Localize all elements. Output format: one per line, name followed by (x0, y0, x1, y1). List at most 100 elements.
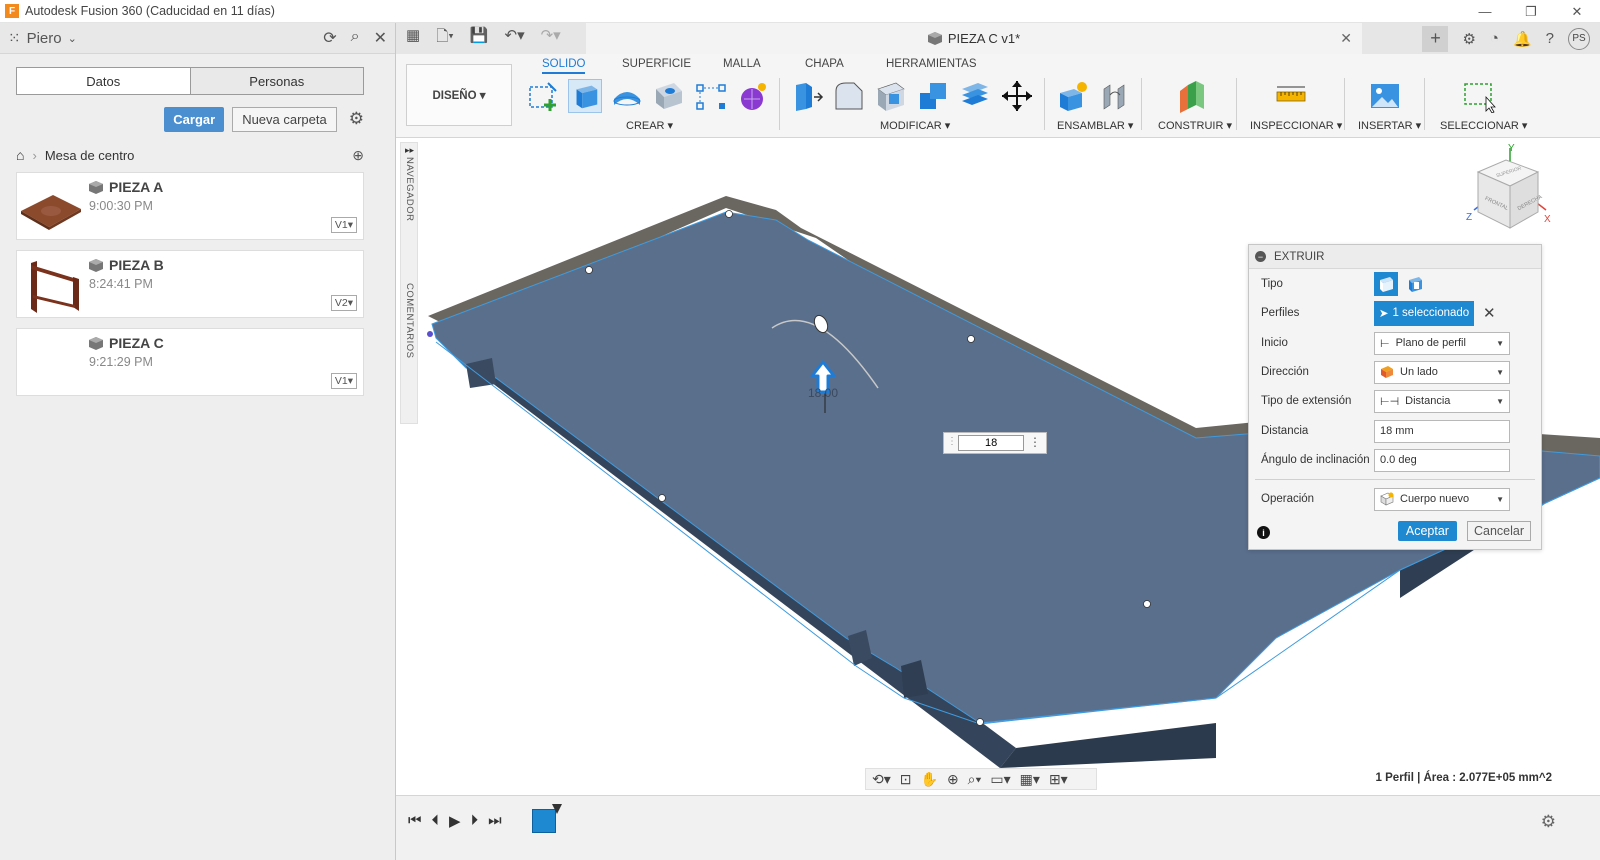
tab-chapa[interactable]: CHAPA (805, 58, 844, 70)
undo-icon[interactable]: ↶▾ (505, 26, 525, 51)
cancel-button[interactable]: Cancelar (1466, 521, 1531, 541)
extrude-icon[interactable] (568, 79, 602, 113)
create-sketch-icon[interactable] (526, 79, 560, 113)
job-status-icon[interactable]: ◔ (1490, 30, 1499, 47)
group-construir[interactable]: CONSTRUIR ▾ (1158, 119, 1232, 132)
file-card-pieza-b[interactable]: PIEZA B 8:24:41 PM V2▾ (16, 250, 364, 318)
play-icon[interactable]: ▶ (449, 812, 461, 830)
tab-personas[interactable]: Personas (189, 68, 363, 94)
distance-input[interactable] (958, 435, 1024, 451)
timeline-feature-sketch[interactable] (532, 809, 556, 833)
extent-type-dropdown[interactable]: ⊢⊣ Distancia ▼ (1374, 389, 1510, 413)
create-form-icon[interactable] (736, 79, 770, 113)
search-icon[interactable]: ⌕ (351, 28, 360, 48)
distance-field[interactable]: 18 mm (1374, 419, 1510, 443)
grid-settings-icon[interactable]: ▦▾ (1020, 771, 1040, 788)
tab-malla[interactable]: MALLA (723, 58, 761, 70)
group-inspeccionar[interactable]: INSPECCIONAR ▾ (1250, 119, 1342, 132)
version-dropdown[interactable]: V1▾ (330, 373, 357, 389)
display-settings-icon[interactable]: ▭▾ (990, 771, 1010, 788)
new-folder-button[interactable]: Nueva carpeta (232, 106, 337, 132)
group-modificar[interactable]: MODIFICAR ▾ (880, 119, 950, 132)
step-forward-icon[interactable]: ⏵ (471, 812, 479, 830)
redo-icon[interactable]: ↷▾ (541, 26, 561, 51)
info-icon[interactable]: i (1257, 526, 1270, 539)
file-card-pieza-c[interactable]: PIEZA C 9:21:29 PM V1▾ (16, 328, 364, 396)
orbit-icon[interactable]: ⟲▾ (872, 771, 891, 788)
file-card-pieza-a[interactable]: PIEZA A 9:00:30 PM V1▾ (16, 172, 364, 240)
upload-button[interactable]: Cargar (164, 106, 225, 132)
profiles-selection-button[interactable]: ➤ 1 seleccionado (1374, 300, 1474, 326)
ok-button[interactable]: Aceptar (1397, 521, 1457, 541)
start-dropdown[interactable]: ⊢ Plano de perfil ▼ (1374, 331, 1510, 355)
drag-handle-icon[interactable]: ⋮ (947, 436, 957, 447)
version-dropdown[interactable]: V2▾ (330, 295, 357, 311)
go-to-start-icon[interactable]: ⏮ (408, 812, 422, 830)
operation-dropdown[interactable]: Cuerpo nuevo ▼ (1374, 487, 1510, 511)
notifications-icon[interactable]: 🔔 (1513, 30, 1532, 48)
select-box-icon[interactable] (1462, 79, 1496, 113)
group-seleccionar[interactable]: SELECCIONAR ▾ (1440, 119, 1527, 132)
pattern-icon[interactable] (694, 79, 728, 113)
taper-angle-field[interactable]: 0.0 deg (1374, 448, 1510, 472)
help-icon[interactable]: ? (1546, 30, 1554, 47)
insert-image-icon[interactable] (1368, 79, 1402, 113)
pan-icon[interactable]: ✋ (921, 771, 938, 788)
shell-icon[interactable] (874, 79, 908, 113)
document-tab[interactable]: PIEZA C v1* ✕ (586, 23, 1362, 54)
more-options-icon[interactable]: ⋮ (1029, 435, 1041, 449)
group-crear[interactable]: CREAR ▾ (626, 119, 673, 132)
move-icon[interactable] (1000, 79, 1034, 113)
globe-icon[interactable]: ⊕ (352, 147, 364, 164)
apps-grid-icon[interactable]: ▦ (406, 26, 420, 51)
extensions-icon[interactable]: ⚙ (1462, 30, 1475, 48)
measure-icon[interactable] (1274, 79, 1308, 113)
group-ensamblar[interactable]: ENSAMBLAR ▾ (1057, 119, 1133, 132)
gear-icon[interactable]: ⚙ (349, 109, 364, 129)
direction-dropdown[interactable]: Un lado ▼ (1374, 360, 1510, 384)
tab-solido[interactable]: SOLIDO (542, 58, 586, 74)
press-pull-icon[interactable] (790, 79, 824, 113)
avatar[interactable]: PS (1568, 27, 1590, 50)
new-tab-icon[interactable]: + (1422, 25, 1449, 52)
solid-type-icon[interactable] (1374, 272, 1398, 296)
tab-datos[interactable]: Datos (17, 68, 190, 94)
new-component-icon[interactable] (1056, 79, 1090, 113)
restore-icon[interactable]: ❐ (1508, 0, 1554, 23)
tab-superficie[interactable]: SUPERFICIE (622, 58, 691, 70)
tab-herramientas[interactable]: HERRAMIENTAS (886, 58, 977, 70)
clear-selection-icon[interactable]: ✕ (1483, 304, 1496, 322)
offset-plane-icon[interactable] (1174, 79, 1208, 113)
group-insertar[interactable]: INSERTAR ▾ (1358, 119, 1421, 132)
close-panel-icon[interactable]: ✕ (374, 28, 387, 48)
minimize-icon[interactable]: — (1462, 0, 1508, 23)
close-tab-icon[interactable]: ✕ (1340, 30, 1352, 47)
comments-label[interactable]: COMENTARIOS (404, 283, 415, 359)
joint-icon[interactable] (1098, 79, 1132, 113)
expand-icon[interactable]: ▸▸ (405, 145, 414, 156)
look-at-icon[interactable]: ⊡ (900, 771, 912, 788)
viewports-icon[interactable]: ⊞▾ (1049, 771, 1068, 788)
refresh-icon[interactable]: ⟳ (323, 28, 336, 48)
combine-icon[interactable] (916, 79, 950, 113)
user-menu[interactable]: ⁙ Piero ⌄ (8, 29, 77, 48)
fit-icon[interactable]: ⌕▾ (968, 771, 982, 788)
file-menu-icon[interactable]: 🗋▾ (436, 26, 454, 51)
breadcrumb-folder[interactable]: Mesa de centro (45, 148, 135, 163)
fillet-icon[interactable] (832, 79, 866, 113)
hole-icon[interactable] (652, 79, 686, 113)
thin-type-icon[interactable] (1403, 272, 1427, 296)
navigator-label[interactable]: NAVEGADOR (404, 157, 415, 222)
timeline-settings-icon[interactable]: ⚙ (1541, 812, 1556, 832)
workspace-switcher[interactable]: DISEÑO ▾ (406, 64, 512, 126)
zoom-icon[interactable]: ⊕ (947, 771, 959, 788)
home-icon[interactable]: ⌂ (16, 147, 24, 163)
revolve-icon[interactable] (610, 79, 644, 113)
version-dropdown[interactable]: V1▾ (330, 217, 357, 233)
go-to-end-icon[interactable]: ⏭ (488, 812, 502, 830)
step-back-icon[interactable]: ⏴ (432, 812, 440, 830)
save-icon[interactable]: 💾 (470, 26, 489, 51)
collapse-icon[interactable]: − (1255, 251, 1266, 262)
close-icon[interactable]: ✕ (1554, 0, 1600, 23)
viewcube[interactable]: SUPERIOR FRONTAL DERECHA Y X Z (1460, 142, 1552, 234)
